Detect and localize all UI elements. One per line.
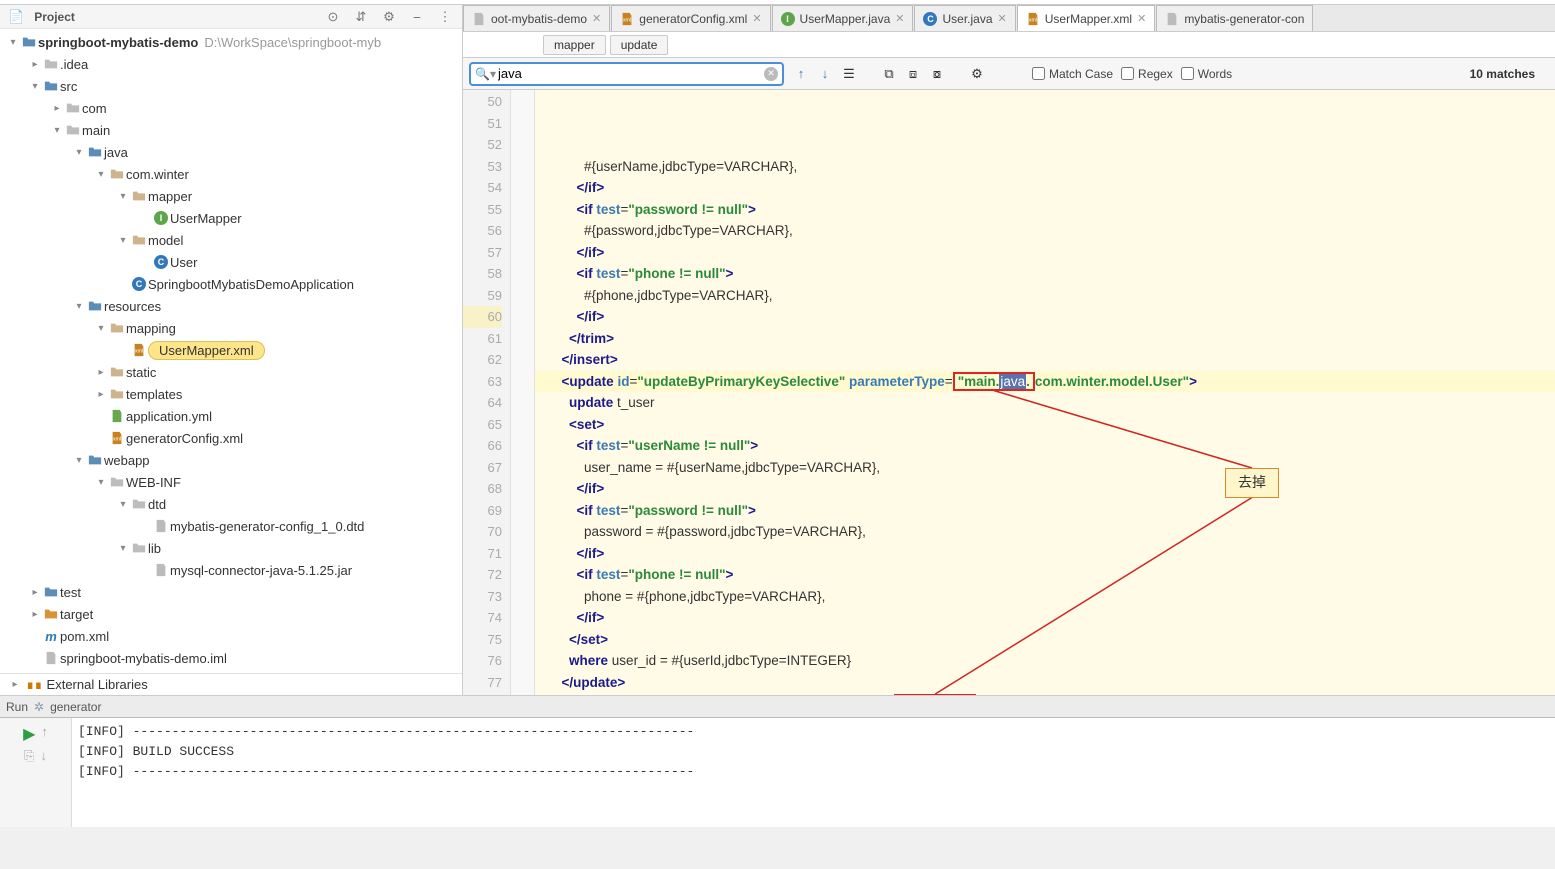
project-title: Project [34, 10, 75, 24]
down-stack-icon[interactable]: ↓ [40, 748, 47, 764]
tree-node[interactable]: ▾resources [0, 295, 462, 317]
tree-node[interactable]: CUser [0, 251, 462, 273]
svg-text:xml: xml [1029, 17, 1037, 23]
rerun-icon[interactable]: ▶ [23, 724, 35, 744]
run-console-output[interactable]: [INFO] ---------------------------------… [72, 718, 1555, 827]
svg-text:xml: xml [623, 17, 631, 23]
editor-tab[interactable]: CUser.java✕ [914, 5, 1015, 31]
tree-root[interactable]: ▾springboot-mybatis-demoD:\WorkSpace\spr… [0, 31, 462, 53]
run-tool-tab[interactable]: Run ✲ generator [0, 695, 1555, 717]
tree-node[interactable]: ▾WEB-INF [0, 471, 462, 493]
filter-settings-icon[interactable]: ⚙ [968, 65, 986, 83]
project-tool-window: 📄 Project ⊙ ⇵ ⚙ ⎯ ⋮ ▾springboot-mybatis-… [0, 5, 463, 695]
find-bar: 🔍▾ ✕ ↑ ↓ ☰ ⧉ ⧈ ⧇ ⚙ Match Case Regex Word… [463, 58, 1555, 90]
tree-node[interactable]: ▾mapper [0, 185, 462, 207]
external-libraries-node[interactable]: ▸ ∎∎ External Libraries [0, 673, 462, 695]
editor-tab[interactable]: xmlUserMapper.xml✕ [1017, 5, 1156, 31]
tree-node[interactable]: ▸templates [0, 383, 462, 405]
tree-node[interactable]: xmlUserMapper.xml [0, 339, 462, 361]
next-match-icon[interactable]: ↓ [816, 65, 834, 83]
tree-node[interactable]: ▾com.winter [0, 163, 462, 185]
code-editor[interactable]: #{userName,jdbcType=VARCHAR}, </if> <if … [535, 90, 1555, 695]
code-area: 5051525354555657585960616263646566676869… [463, 90, 1555, 695]
tree-node[interactable]: mpom.xml [0, 625, 462, 647]
add-selection-icon[interactable]: ⧉ [880, 65, 898, 83]
tree-node[interactable]: ▾model [0, 229, 462, 251]
editor-tab[interactable]: IUserMapper.java✕ [772, 5, 914, 31]
up-stack-icon[interactable]: ↑ [41, 724, 48, 744]
tree-node[interactable]: ▸static [0, 361, 462, 383]
tree-node[interactable]: ▸test [0, 581, 462, 603]
close-tab-icon[interactable]: ✕ [592, 12, 601, 25]
tree-node[interactable]: ▸.idea [0, 53, 462, 75]
clear-search-icon[interactable]: ✕ [764, 67, 778, 81]
tree-node[interactable]: ▸target [0, 603, 462, 625]
search-input[interactable] [498, 66, 764, 81]
tree-node[interactable]: ▾main [0, 119, 462, 141]
editor-tab[interactable]: oot-mybatis-demo✕ [463, 5, 610, 31]
tree-node[interactable]: ▾java [0, 141, 462, 163]
editor-breadcrumbs: mapper update [463, 32, 1555, 58]
tree-node[interactable]: mysql-connector-java-5.1.25.jar [0, 559, 462, 581]
stop-icon[interactable]: ⎘ [24, 748, 34, 764]
hide-icon[interactable]: ⎯ [408, 8, 426, 26]
project-icon: 📄 [8, 9, 24, 25]
tree-node[interactable]: xmlgeneratorConfig.xml [0, 427, 462, 449]
svg-text:xml: xml [113, 437, 121, 443]
select-occurrences-icon[interactable]: ⧇ [928, 65, 946, 83]
collapse-all-icon[interactable]: ⇵ [352, 8, 370, 26]
run-tool-window: ▶ ↑ ⎘ ↓ [INFO] -------------------------… [0, 717, 1555, 827]
tree-node[interactable]: application.yml [0, 405, 462, 427]
search-input-wrap: 🔍▾ ✕ [469, 62, 784, 86]
project-header: 📄 Project ⊙ ⇵ ⚙ ⎯ ⋮ [0, 5, 462, 29]
editor-tab[interactable]: mybatis-generator-con [1156, 5, 1313, 31]
tree-node[interactable]: ▾mapping [0, 317, 462, 339]
project-tree[interactable]: ▾springboot-mybatis-demoD:\WorkSpace\spr… [0, 29, 462, 673]
close-tab-icon[interactable]: ✕ [752, 12, 761, 25]
line-gutter[interactable]: 5051525354555657585960616263646566676869… [463, 90, 511, 695]
settings-gear-icon[interactable]: ⚙ [380, 8, 398, 26]
select-all-icon[interactable]: ☰ [840, 65, 858, 83]
search-icon: 🔍▾ [475, 67, 496, 81]
more-icon[interactable]: ⋮ [436, 8, 454, 26]
close-tab-icon[interactable]: ✕ [998, 12, 1007, 25]
tree-node[interactable]: mybatis-generator-config_1_0.dtd [0, 515, 462, 537]
tree-node[interactable]: ▾src [0, 75, 462, 97]
svg-text:xml: xml [135, 349, 143, 355]
tree-node[interactable]: CSpringbootMybatisDemoApplication [0, 273, 462, 295]
crumb-update[interactable]: update [610, 35, 669, 55]
words-checkbox[interactable]: Words [1181, 67, 1232, 81]
tree-node[interactable]: springboot-mybatis-demo.iml [0, 647, 462, 669]
editor-tabs: oot-mybatis-demo✕xmlgeneratorConfig.xml✕… [463, 5, 1555, 32]
tree-node[interactable]: ▾webapp [0, 449, 462, 471]
editor-panel: oot-mybatis-demo✕xmlgeneratorConfig.xml✕… [463, 5, 1555, 695]
run-action-gutter: ▶ ↑ ⎘ ↓ [0, 718, 72, 827]
match-case-checkbox[interactable]: Match Case [1032, 67, 1113, 81]
match-count: 10 matches [1470, 67, 1535, 81]
close-tab-icon[interactable]: ✕ [895, 12, 904, 25]
annotation-callout: 去掉 [1225, 468, 1279, 498]
fold-strip[interactable] [511, 90, 535, 695]
tree-node[interactable]: ▾dtd [0, 493, 462, 515]
remove-selection-icon[interactable]: ⧈ [904, 65, 922, 83]
prev-match-icon[interactable]: ↑ [792, 65, 810, 83]
tree-node[interactable]: ▾lib [0, 537, 462, 559]
scroll-from-source-icon[interactable]: ⊙ [324, 8, 342, 26]
regex-checkbox[interactable]: Regex [1121, 67, 1173, 81]
close-tab-icon[interactable]: ✕ [1137, 12, 1146, 25]
editor-tab[interactable]: xmlgeneratorConfig.xml✕ [611, 5, 770, 31]
tree-node[interactable]: ▸com [0, 97, 462, 119]
crumb-mapper[interactable]: mapper [543, 35, 606, 55]
tree-node[interactable]: IUserMapper [0, 207, 462, 229]
